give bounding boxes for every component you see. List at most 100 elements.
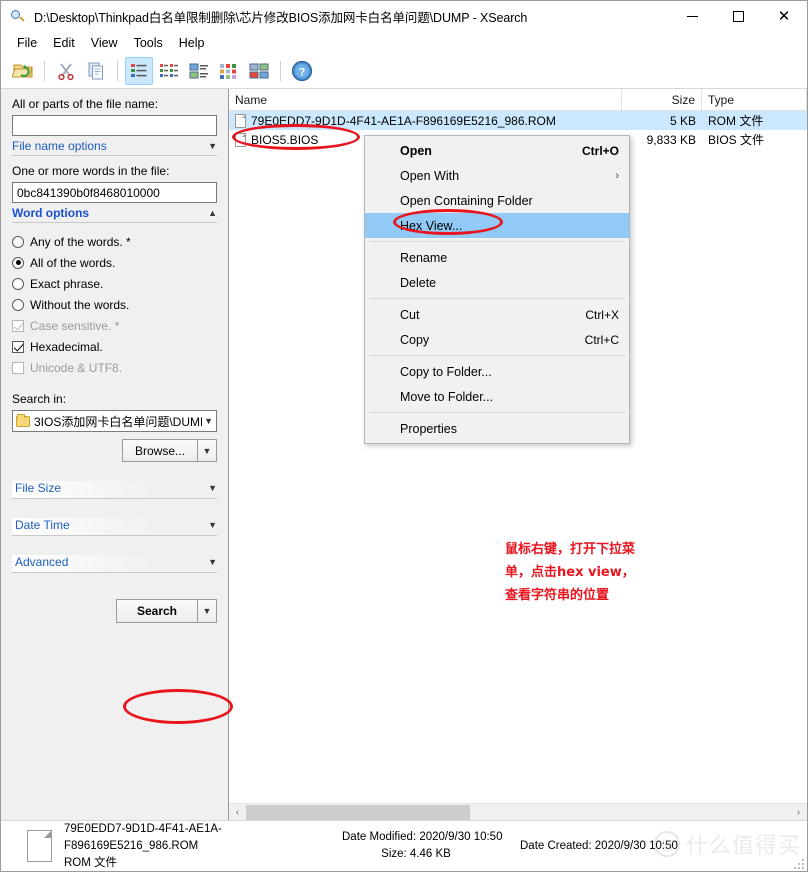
maximize-button[interactable]: [715, 1, 761, 32]
file-name-text: BIOS5.BIOS: [251, 132, 319, 147]
menu-item-shortcut: Ctrl+O: [581, 143, 619, 158]
view-list-button[interactable]: [125, 57, 153, 85]
option-label: Hexadecimal.: [30, 339, 103, 354]
close-icon: ✕: [777, 7, 791, 25]
context-menu-item-hex-view[interactable]: Hex View...: [365, 213, 629, 238]
scrollbar-track[interactable]: [246, 803, 790, 821]
context-menu-item-rename[interactable]: Rename: [365, 245, 629, 270]
view-small-icons-button[interactable]: [215, 57, 243, 85]
option-without-the-words[interactable]: Without the words.: [12, 294, 217, 315]
column-header-size[interactable]: Size: [622, 89, 702, 111]
option-case-sensitive: Case sensitive. *: [12, 315, 217, 336]
view-large-icons-button[interactable]: [245, 57, 273, 85]
context-menu-item-open-containing-folder[interactable]: Open Containing Folder: [365, 188, 629, 213]
submenu-arrow-icon: ›: [615, 169, 619, 182]
status-file-info: 79E0EDD7-9D1D-4F41-AE1A-F896169E5216_986…: [64, 821, 342, 872]
status-date-modified: Date Modified: 2020/9/30 10:50: [342, 831, 503, 843]
option-any-of-the-words[interactable]: Any of the words. *: [12, 231, 217, 252]
file-type-cell: BIOS 文件: [708, 133, 765, 147]
open-folder-icon: [12, 64, 33, 78]
view-small-icons-icon: [220, 64, 236, 79]
context-menu-item-cut[interactable]: Cut Ctrl+X: [365, 302, 629, 327]
option-all-of-the-words[interactable]: All of the words.: [12, 252, 217, 273]
option-label: Without the words.: [30, 297, 130, 312]
words-input[interactable]: [12, 182, 217, 203]
file-list[interactable]: 79E0EDD7-9D1D-4F41-AE1A-F896169E5216_986…: [229, 111, 807, 803]
scroll-right-arrow-icon[interactable]: ›: [790, 803, 807, 821]
resize-grip-icon[interactable]: [794, 859, 804, 869]
search-button-row: Search ▼: [12, 599, 217, 623]
chevron-down-icon: ▼: [208, 483, 217, 493]
radio-icon: [12, 235, 24, 248]
help-button[interactable]: ?: [288, 57, 316, 85]
radio-checked-icon: [12, 256, 24, 269]
context-menu-item-copy[interactable]: Copy Ctrl+C: [365, 327, 629, 352]
menu-tools[interactable]: Tools: [126, 34, 171, 52]
status-columns: 79E0EDD7-9D1D-4F41-AE1A-F896169E5216_986…: [64, 821, 678, 872]
search-in-label: Search in:: [12, 392, 67, 406]
table-row[interactable]: 79E0EDD7-9D1D-4F41-AE1A-F896169E5216_986…: [229, 111, 807, 130]
view-large-icons-icon: [249, 63, 269, 79]
toolbar-separator: [117, 61, 118, 81]
checkbox-checked-icon: [12, 340, 24, 353]
file-type-cell: ROM 文件: [708, 114, 764, 128]
window-title: D:\Desktop\Thinkpad白名单限制删除\芯片修改BIOS添加网卡白…: [34, 11, 528, 25]
open-folder-button[interactable]: [9, 57, 37, 85]
copy-icon: [88, 62, 103, 80]
context-menu-item-copy-to-folder[interactable]: Copy to Folder...: [365, 359, 629, 384]
cut-button[interactable]: [52, 57, 80, 85]
horizontal-scrollbar[interactable]: ‹ ›: [229, 803, 807, 821]
search-dropdown-button[interactable]: ▼: [198, 599, 217, 623]
browse-dropdown-button[interactable]: ▼: [198, 439, 217, 462]
annotation-text: 鼠标右键，打开下拉菜 单，点击hex view， 查看字符串的位置: [505, 542, 636, 603]
context-menu-item-delete[interactable]: Delete: [365, 270, 629, 295]
close-button[interactable]: ✕: [761, 1, 807, 32]
accordion-file-size[interactable]: File Size ▼: [12, 481, 217, 499]
menu-file[interactable]: File: [9, 34, 45, 52]
view-details-button[interactable]: [155, 57, 183, 85]
option-hexadecimal[interactable]: Hexadecimal.: [12, 336, 217, 357]
help-icon: ?: [291, 60, 313, 82]
column-header-type[interactable]: Type: [702, 89, 807, 111]
option-label: Unicode & UTF8.: [30, 360, 123, 375]
checkbox-icon: [12, 361, 24, 374]
accordion-advanced[interactable]: Advanced ▼: [12, 555, 217, 573]
menu-item-shortcut: Ctrl+C: [584, 332, 619, 347]
minimize-button[interactable]: [669, 1, 715, 32]
toolbar: ?: [1, 54, 807, 88]
view-details-icon: [160, 64, 178, 77]
context-menu-item-properties[interactable]: Properties: [365, 416, 629, 441]
filename-label: All or parts of the file name:: [12, 97, 159, 111]
copy-button[interactable]: [82, 57, 110, 85]
search-button[interactable]: Search: [115, 599, 198, 623]
option-label: All of the words.: [30, 255, 116, 270]
view-tiles-button[interactable]: [185, 57, 213, 85]
browse-button-row: Browse... ▼: [12, 439, 217, 462]
word-options-toggle[interactable]: Word options ▲: [12, 206, 217, 223]
status-size: Size: 4.46 KB: [381, 848, 451, 860]
menu-view[interactable]: View: [83, 34, 126, 52]
context-menu-item-move-to-folder[interactable]: Move to Folder...: [365, 384, 629, 409]
menu-edit[interactable]: Edit: [45, 34, 83, 52]
radio-icon: [12, 277, 24, 290]
context-menu-item-open-with[interactable]: Open With ›: [365, 163, 629, 188]
option-exact-phrase[interactable]: Exact phrase.: [12, 273, 217, 294]
results-pane: Name Size Type 79E0EDD7-9D1D-4F41-AE1A-F…: [229, 89, 807, 821]
file-name-options-toggle[interactable]: File name options ▼: [12, 139, 217, 156]
xsearch-window: D:\Desktop\Thinkpad白名单限制删除\芯片修改BIOS添加网卡白…: [0, 0, 808, 872]
accordion-date-time[interactable]: Date Time ▼: [12, 518, 217, 536]
accordion-label: Advanced: [15, 555, 69, 569]
radio-icon: [12, 298, 24, 311]
context-menu-item-open[interactable]: Open Ctrl+O: [365, 138, 629, 163]
status-file-type: ROM 文件: [64, 856, 118, 869]
column-header-name[interactable]: Name: [229, 89, 622, 111]
scrollbar-thumb[interactable]: [246, 804, 470, 820]
menu-item-label: Copy: [400, 332, 430, 347]
window-controls: ✕: [669, 1, 807, 32]
browse-button[interactable]: Browse...: [121, 439, 198, 462]
chevron-down-icon: ▼: [208, 557, 217, 567]
filename-input[interactable]: [12, 115, 217, 136]
menu-help[interactable]: Help: [171, 34, 213, 52]
scroll-left-arrow-icon[interactable]: ‹: [229, 803, 246, 821]
search-in-combobox[interactable]: 3IOS添加网卡白名单问题\DUMP ▼: [12, 410, 217, 432]
